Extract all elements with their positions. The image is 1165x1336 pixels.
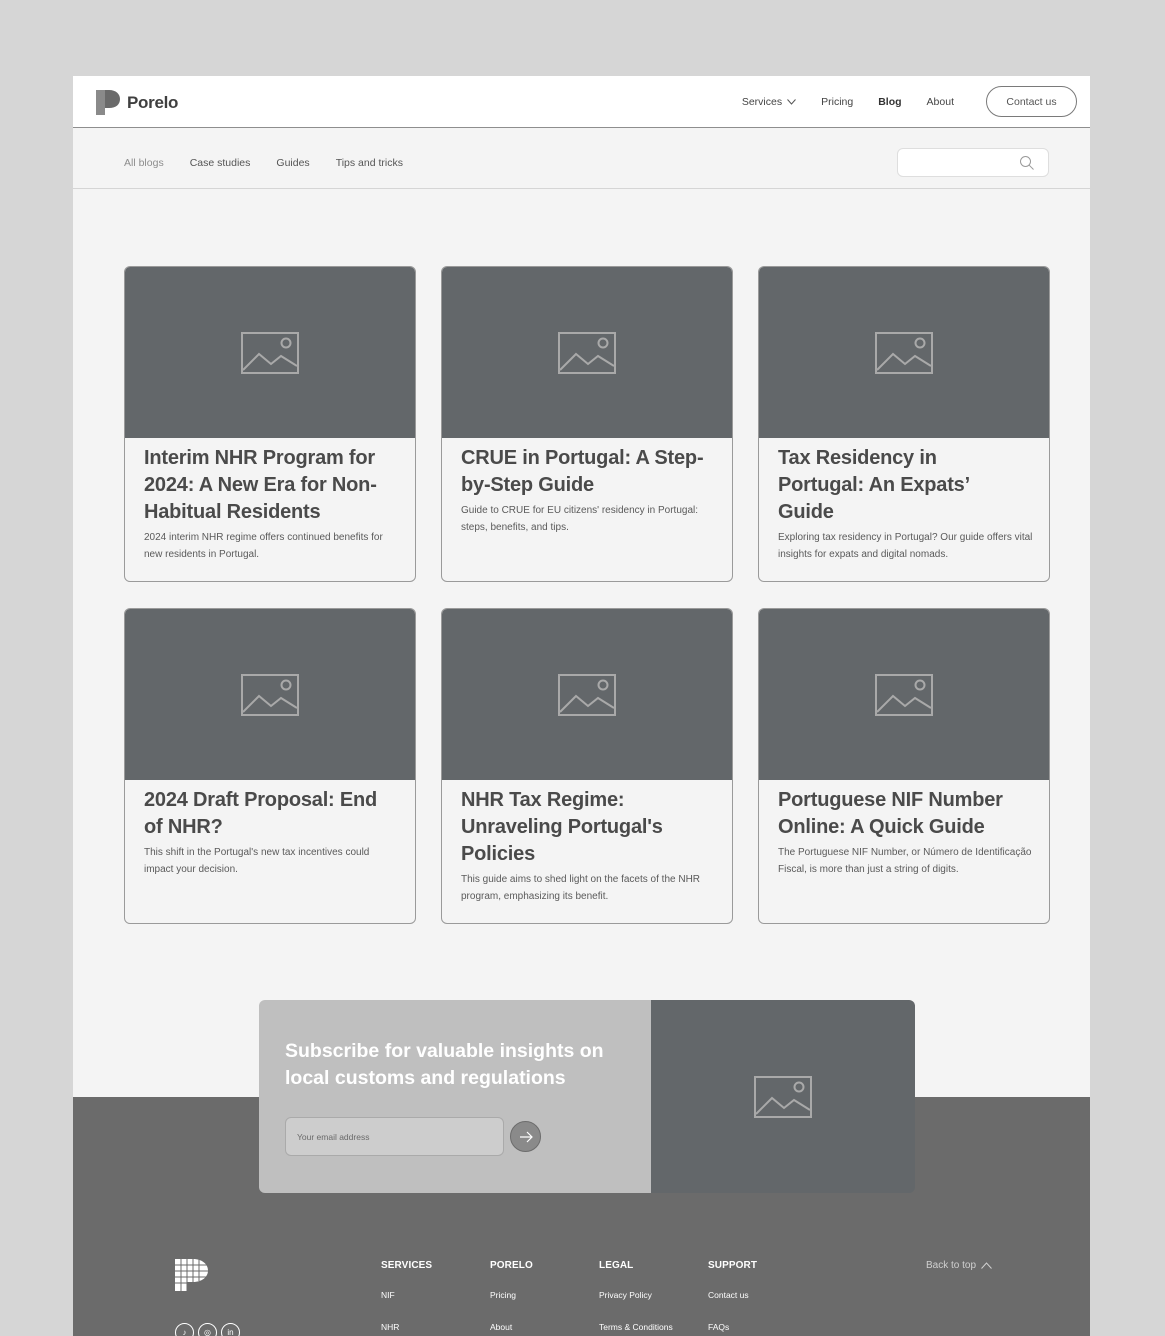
image-placeholder-icon (558, 331, 616, 374)
nav-blog[interactable]: Blog (878, 96, 901, 108)
footer-heading: SERVICES (381, 1260, 433, 1271)
tab-case-studies[interactable]: Case studies (190, 157, 251, 169)
footer-link-nhr[interactable]: NHR (381, 1322, 399, 1332)
footer-column-services: SERVICES NIF NHR (381, 1260, 481, 1332)
back-to-top-link[interactable]: Back to top (926, 1260, 992, 1271)
card-title: Portuguese NIF Number Online: A Quick Gu… (778, 789, 1003, 838)
card-description: The Portuguese NIF Number, or Número de … (778, 847, 1032, 875)
subscribe-banner: Subscribe for valuable insights on local… (259, 1000, 915, 1193)
blog-card[interactable]: Interim NHR Program for 2024: A New Era … (124, 266, 416, 582)
search-icon[interactable] (1019, 155, 1035, 171)
nav-services[interactable]: Services (742, 96, 796, 108)
nav-services-label: Services (741, 95, 783, 108)
image-placeholder-icon (241, 673, 299, 716)
nav-about[interactable]: About (927, 96, 954, 108)
card-image (442, 609, 732, 780)
card-title: Tax Residency in Portugal: An Expats’ Gu… (778, 447, 969, 523)
footer-link-faqs[interactable]: FAQs (708, 1322, 729, 1332)
image-placeholder-icon (875, 673, 933, 716)
search-input[interactable] (897, 148, 1049, 177)
footer-link-nif[interactable]: NIF (381, 1290, 395, 1300)
footer-column-legal: LEGAL Privacy Policy Terms & Conditions (599, 1260, 699, 1332)
subscribe-submit-button[interactable] (510, 1121, 541, 1152)
card-image (759, 609, 1049, 780)
footer-link-contact[interactable]: Contact us (708, 1290, 749, 1300)
blog-category-bar: All blogs Case studies Guides Tips and t… (73, 128, 1090, 189)
brand-name: Porelo (127, 92, 179, 112)
footer-heading: PORELO (490, 1260, 533, 1271)
blog-card[interactable]: 2024 Draft Proposal: End of NHR? This sh… (124, 608, 416, 924)
image-placeholder-icon (875, 331, 933, 374)
subscribe-image (651, 1000, 915, 1193)
blog-card[interactable]: Portuguese NIF Number Online: A Quick Gu… (758, 608, 1050, 924)
card-image (759, 267, 1049, 438)
image-placeholder-icon (558, 673, 616, 716)
arrow-right-icon (519, 1131, 533, 1142)
footer-heading: LEGAL (599, 1260, 634, 1271)
card-title: CRUE in Portugal: A Step-by-Step Guide (461, 447, 704, 496)
card-image (442, 267, 732, 438)
footer-link-about[interactable]: About (490, 1322, 512, 1332)
tab-all-blogs[interactable]: All blogs (124, 157, 164, 169)
footer-column-support: SUPPORT Contact us FAQs (708, 1260, 808, 1332)
contact-us-button[interactable]: Contact us (986, 86, 1077, 117)
tiktok-icon[interactable]: ♪ (175, 1323, 194, 1336)
subscribe-form-panel: Subscribe for valuable insights on local… (259, 1000, 651, 1193)
email-field[interactable] (285, 1117, 504, 1156)
card-title: NHR Tax Regime: Unraveling Portugal's Po… (461, 789, 663, 865)
tab-tips-and-tricks[interactable]: Tips and tricks (336, 157, 403, 169)
page-frame: Porelo Services Pricing Blog About Conta… (73, 76, 1090, 1336)
footer-link-privacy-policy[interactable]: Privacy Policy (599, 1290, 652, 1300)
porelo-logo-icon (96, 90, 120, 115)
subscribe-title: Subscribe for valuable insights on local… (285, 1040, 604, 1089)
card-description: Exploring tax residency in Portugal? Our… (778, 532, 1033, 560)
image-placeholder-icon (754, 1075, 812, 1118)
main-nav: Services Pricing Blog About Contact us (742, 86, 1077, 117)
footer-column-porelo: PORELO Pricing About (490, 1260, 590, 1332)
social-links: ♪ ◎ in (175, 1323, 240, 1336)
card-title: Interim NHR Program for 2024: A New Era … (144, 447, 377, 523)
site-header: Porelo Services Pricing Blog About Conta… (73, 76, 1090, 128)
category-tabs: All blogs Case studies Guides Tips and t… (124, 157, 403, 169)
card-description: Guide to CRUE for EU citizens' residency… (461, 505, 699, 533)
blog-card[interactable]: NHR Tax Regime: Unraveling Portugal's Po… (441, 608, 733, 924)
footer-link-terms[interactable]: Terms & Conditions (599, 1322, 673, 1332)
image-placeholder-icon (241, 331, 299, 374)
footer-link-pricing[interactable]: Pricing (490, 1290, 516, 1300)
brand-logo[interactable]: Porelo (95, 89, 178, 116)
linkedin-icon[interactable]: in (221, 1323, 240, 1336)
card-title: 2024 Draft Proposal: End of NHR? (144, 789, 378, 838)
instagram-icon[interactable]: ◎ (198, 1323, 217, 1336)
card-image (125, 609, 415, 780)
tab-guides[interactable]: Guides (276, 157, 309, 169)
blog-card[interactable]: Tax Residency in Portugal: An Expats’ Gu… (758, 266, 1050, 582)
chevron-up-icon (981, 1262, 992, 1269)
card-description: This guide aims to shed light on the fac… (461, 874, 701, 902)
nav-pricing[interactable]: Pricing (821, 96, 853, 108)
footer-logo-icon[interactable] (175, 1259, 208, 1291)
back-to-top-label: Back to top (926, 1260, 977, 1271)
card-description: This shift in the Portugal's new tax inc… (144, 847, 370, 875)
card-description: 2024 interim NHR regime offers continued… (144, 532, 383, 560)
chevron-down-icon (787, 98, 796, 105)
card-image (125, 267, 415, 438)
blog-card[interactable]: CRUE in Portugal: A Step-by-Step Guide G… (441, 266, 733, 582)
footer-heading: SUPPORT (708, 1260, 758, 1271)
